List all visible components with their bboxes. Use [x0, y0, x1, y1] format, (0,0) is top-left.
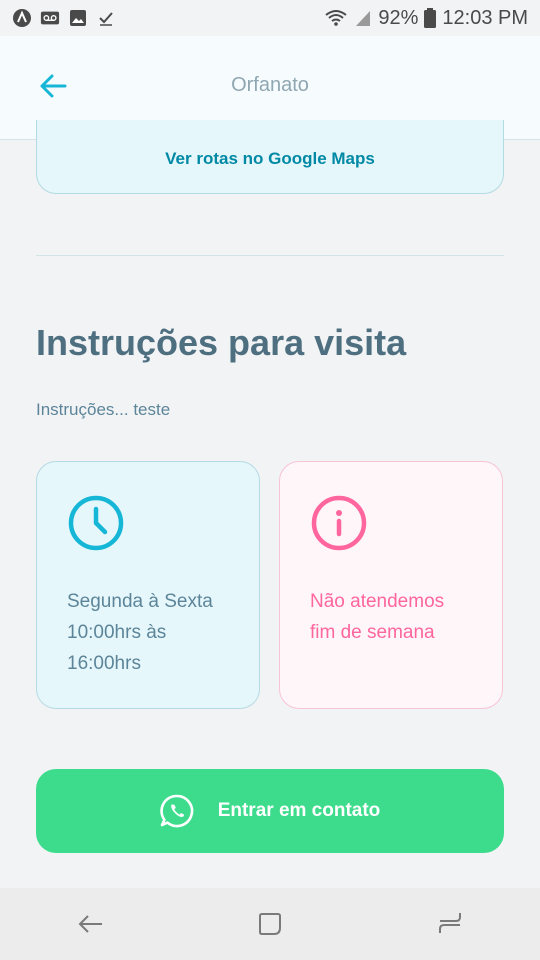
battery-percent: 92% [378, 6, 419, 29]
weekend-info-card: Não atendemos fim de semana [279, 461, 503, 709]
clock: 12:03 PM [442, 6, 528, 29]
nav-recents-button[interactable] [420, 894, 480, 954]
back-arrow-icon [78, 915, 102, 933]
divider [36, 255, 504, 256]
system-status: 92% 12:03 PM [324, 7, 528, 30]
signal-icon [356, 11, 371, 26]
weekend-info-line: fim de semana [310, 622, 435, 643]
home-square-icon [259, 913, 281, 935]
info-icon [310, 494, 370, 554]
voicemail-icon [40, 8, 60, 28]
recents-icon [439, 913, 461, 933]
image-icon [68, 8, 88, 28]
status-bar: 92% 12:03 PM [0, 0, 540, 36]
clock-icon [67, 494, 127, 554]
google-maps-button-label: Ver rotas no Google Maps [165, 149, 375, 168]
navigation-bar [0, 888, 540, 960]
nav-home-button[interactable] [240, 894, 300, 954]
contact-button[interactable]: Entrar em contato [36, 769, 504, 853]
contact-button-label: Entrar em contato [217, 800, 381, 821]
page-title: Orfanato [231, 74, 309, 96]
battery-icon [424, 8, 437, 28]
checkmark-icon [96, 8, 116, 28]
instructions-title: Instruções para visita [36, 322, 407, 363]
instructions-description: Instruções... teste [36, 400, 171, 419]
weekend-info-line: Não atendemos [310, 591, 445, 612]
wifi-icon [325, 10, 347, 26]
opening-hours-line: 10:00hrs às [67, 622, 167, 643]
weekend-info-text: Não atendemos fim de semana [310, 586, 486, 648]
nav-back-button[interactable] [60, 894, 120, 954]
notification-icons [12, 8, 116, 28]
opening-hours-text: Segunda à Sexta 10:00hrs às 16:00hrs [67, 586, 243, 679]
opening-hours-card: Segunda à Sexta 10:00hrs às 16:00hrs [36, 461, 260, 709]
google-maps-button[interactable]: Ver rotas no Google Maps [36, 120, 504, 194]
opening-hours-line: 16:00hrs [67, 653, 141, 674]
opening-hours-line: Segunda à Sexta [67, 591, 213, 612]
app-notification-icon [12, 8, 32, 28]
whatsapp-icon [159, 794, 193, 828]
